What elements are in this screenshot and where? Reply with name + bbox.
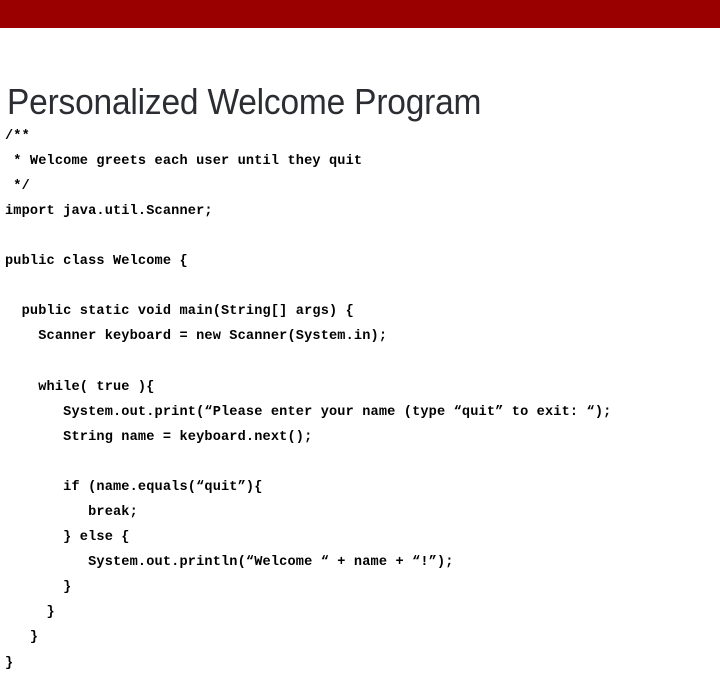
header-accent-bar (0, 0, 720, 28)
code-line: } else { (5, 530, 130, 546)
code-line: import java.util.Scanner; (5, 203, 213, 219)
code-line: System.out.println(“Welcome “ + name + “… (5, 555, 454, 571)
code-line: while( true ){ (5, 379, 155, 395)
code-line: if (name.equals(“quit”){ (5, 479, 263, 495)
code-line: } (5, 655, 14, 671)
code-line: } (5, 605, 55, 621)
code-line: public static void main(String[] args) { (5, 304, 354, 320)
code-line: * Welcome greets each user until they qu… (5, 153, 363, 169)
slide-canvas: Personalized Welcome Program /** * Welco… (0, 0, 720, 671)
code-line: System.out.print(“Please enter your name… (5, 404, 612, 420)
page-title: Personalized Welcome Program (7, 81, 482, 123)
code-line: } (5, 630, 39, 646)
code-line: */ (5, 178, 30, 194)
java-code-block: /** * Welcome greets each user until the… (5, 124, 720, 676)
code-line: String name = keyboard.next(); (5, 429, 313, 445)
code-line: public class Welcome { (5, 254, 188, 270)
code-line: } (5, 580, 72, 596)
code-line: /** (5, 128, 30, 144)
code-line: Scanner keyboard = new Scanner(System.in… (5, 329, 388, 345)
code-line: break; (5, 505, 138, 520)
